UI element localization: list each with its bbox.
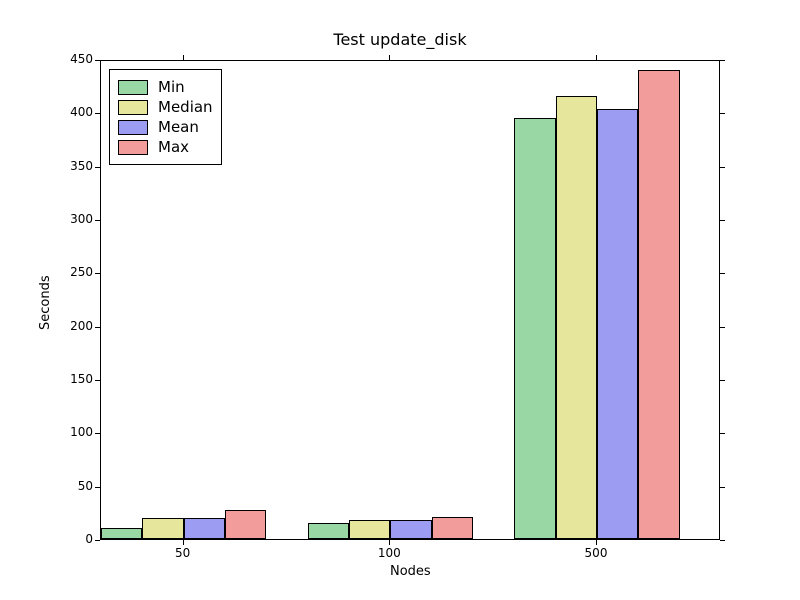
y-tick-mark-right [720, 113, 725, 114]
bar-mean-50 [184, 518, 225, 539]
legend-swatch [118, 120, 148, 135]
bar-min-500 [514, 118, 555, 539]
legend-label: Min [158, 78, 185, 96]
y-tick-label: 450 [55, 52, 93, 66]
figure: Test update_disk Seconds Nodes Min Median… [0, 0, 800, 600]
x-tick-label: 50 [158, 546, 208, 560]
bar-mean-500 [597, 109, 638, 539]
bar-median-50 [142, 518, 183, 539]
x-tick-mark [183, 540, 184, 545]
legend-item-min: Min [118, 78, 213, 96]
y-tick-mark [95, 433, 100, 434]
y-tick-label: 400 [55, 105, 93, 119]
legend-swatch [118, 100, 148, 115]
legend-label: Mean [158, 118, 199, 136]
y-tick-mark [95, 273, 100, 274]
bar-median-500 [556, 96, 597, 539]
y-tick-mark [95, 487, 100, 488]
legend-swatch [118, 80, 148, 95]
y-tick-mark-right [720, 167, 725, 168]
y-tick-label: 200 [55, 319, 93, 333]
y-tick-mark-right [720, 380, 725, 381]
bar-max-500 [638, 70, 679, 539]
bar-min-100 [308, 523, 349, 539]
y-tick-mark [95, 327, 100, 328]
y-tick-mark-right [720, 273, 725, 274]
y-tick-mark-right [720, 60, 725, 61]
legend: Min Median Mean Max [109, 69, 222, 165]
y-tick-label: 50 [55, 479, 93, 493]
x-tick-label: 500 [571, 546, 621, 560]
y-tick-mark-right [720, 433, 725, 434]
x-tick-label: 100 [364, 546, 414, 560]
legend-item-mean: Mean [118, 118, 213, 136]
bar-mean-100 [390, 520, 431, 539]
y-tick-label: 150 [55, 372, 93, 386]
legend-label: Median [158, 98, 213, 116]
x-tick-mark-top [596, 55, 597, 60]
plot-area: Min Median Mean Max [100, 60, 720, 540]
y-tick-mark [95, 540, 100, 541]
y-tick-label: 250 [55, 265, 93, 279]
chart-title: Test update_disk [0, 30, 800, 49]
legend-label: Max [158, 138, 189, 156]
y-tick-mark-right [720, 327, 725, 328]
y-tick-label: 0 [55, 532, 93, 546]
y-tick-mark-right [720, 487, 725, 488]
y-axis-label: Seconds [38, 275, 53, 330]
y-tick-mark [95, 113, 100, 114]
y-tick-label: 100 [55, 425, 93, 439]
bar-max-100 [432, 517, 473, 539]
y-tick-mark [95, 60, 100, 61]
bar-median-100 [349, 520, 390, 539]
legend-item-max: Max [118, 138, 213, 156]
y-tick-mark [95, 220, 100, 221]
x-tick-mark-top [183, 55, 184, 60]
legend-item-median: Median [118, 98, 213, 116]
y-tick-label: 350 [55, 159, 93, 173]
x-tick-mark [596, 540, 597, 545]
x-tick-mark [389, 540, 390, 545]
bar-min-50 [101, 528, 142, 539]
x-tick-mark-top [389, 55, 390, 60]
y-tick-label: 300 [55, 212, 93, 226]
x-axis-label: Nodes [390, 564, 431, 579]
y-tick-mark-right [720, 220, 725, 221]
y-tick-mark [95, 167, 100, 168]
y-tick-mark-right [720, 540, 725, 541]
legend-swatch [118, 140, 148, 155]
y-tick-mark [95, 380, 100, 381]
bar-max-50 [225, 510, 266, 539]
